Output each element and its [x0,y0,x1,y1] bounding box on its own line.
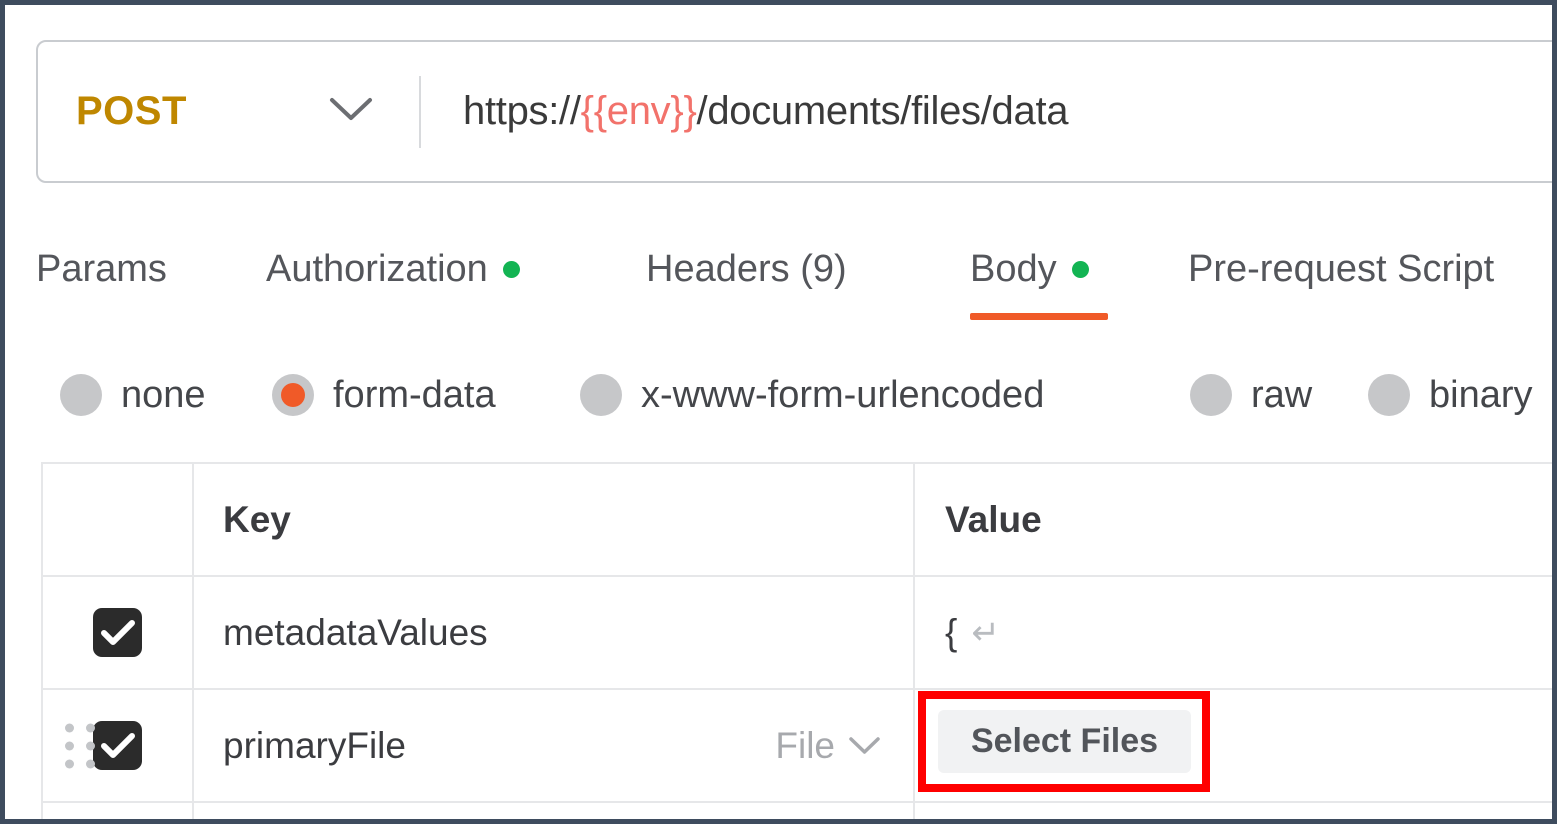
radio-x-www-form-urlencoded-circle [580,374,622,416]
body-type-radio-group: none form-data x-www-form-urlencoded raw… [5,360,1552,430]
row-value-cell[interactable]: { ↵ [915,577,1552,688]
active-tab-indicator [970,313,1108,320]
table-header-row: Key Value [43,464,1552,577]
column-header-value: Value [945,498,1042,540]
select-files-button[interactable]: Select Files [938,710,1191,773]
url-environment-variable: {{env}} [580,89,697,133]
header-cell-checkbox [43,464,194,575]
radio-x-www-form-urlencoded[interactable]: x-www-form-urlencoded [580,360,1044,430]
radio-none[interactable]: none [60,360,206,430]
row-key-cell[interactable]: metadataValues [194,577,915,688]
drag-handle-icon[interactable] [65,723,95,768]
table-row: primaryFile File [43,690,1552,803]
radio-form-data-circle [272,374,314,416]
radio-binary[interactable]: binary [1368,360,1533,430]
chevron-down-icon [328,94,374,124]
newline-glyph-icon: ↵ [971,613,1000,652]
row-checkbox-cell [43,690,194,801]
radio-raw-label: raw [1251,373,1313,416]
row-key-text: metadataValues [223,611,488,653]
header-cell-key: Key [194,464,915,575]
tab-authorization[interactable]: Authorization [266,233,520,305]
radio-x-www-form-urlencoded-label: x-www-form-urlencoded [641,373,1045,416]
authorization-status-dot [502,260,520,278]
table-row-empty [43,803,1552,819]
row-key-cell[interactable] [194,803,915,819]
url-path: /documents/files/data [696,89,1069,133]
radio-none-label: none [121,373,206,416]
row-type-label: File [775,724,835,766]
body-status-dot [1071,260,1089,278]
chevron-down-icon [849,737,880,754]
radio-binary-label: binary [1429,373,1533,416]
app-frame: POST https://{{env}}/documents/files/dat… [0,0,1557,824]
radio-binary-circle [1368,374,1410,416]
radio-form-data[interactable]: form-data [272,360,496,430]
tab-body-label: Body [970,247,1057,290]
http-method-select[interactable]: POST [38,42,418,181]
row-key-cell[interactable]: primaryFile File [194,690,915,801]
row-key-text: primaryFile [223,724,406,766]
tab-pre-request-script[interactable]: Pre-request Script [1188,233,1494,305]
http-method-label: POST [76,89,187,133]
row-enabled-checkbox[interactable] [93,608,142,657]
radio-raw-circle [1190,374,1232,416]
url-prefix: https:// [463,89,581,133]
row-checkbox-cell [43,577,194,688]
radio-none-circle [60,374,102,416]
header-cell-value: Value [915,464,1552,575]
method-url-divider [419,76,421,148]
form-data-table: Key Value metadataValues { ↵ primaryFile… [41,462,1552,819]
row-type-select[interactable]: File [775,725,881,767]
request-tabs: Params Authorization Headers (9) Body Pr… [5,233,1552,328]
row-value-text: { [945,611,958,653]
row-value-cell[interactable] [915,803,1552,819]
tab-body[interactable]: Body [970,233,1089,305]
tab-pre-request-script-label: Pre-request Script [1188,247,1495,290]
tab-params-label: Params [36,247,167,290]
radio-form-data-label: form-data [333,373,496,416]
radio-raw[interactable]: raw [1190,360,1312,430]
row-enabled-checkbox[interactable] [93,721,142,770]
request-url-input[interactable]: https://{{env}}/documents/files/data [463,42,1552,181]
column-header-key: Key [223,498,291,540]
row-checkbox-cell [43,803,194,819]
table-row: metadataValues { ↵ [43,577,1552,690]
request-url-bar: POST https://{{env}}/documents/files/dat… [36,40,1552,183]
tab-params[interactable]: Params [36,233,167,305]
tab-headers-label: Headers (9) [646,247,847,290]
tab-headers[interactable]: Headers (9) [646,233,847,305]
tab-authorization-label: Authorization [266,247,488,290]
